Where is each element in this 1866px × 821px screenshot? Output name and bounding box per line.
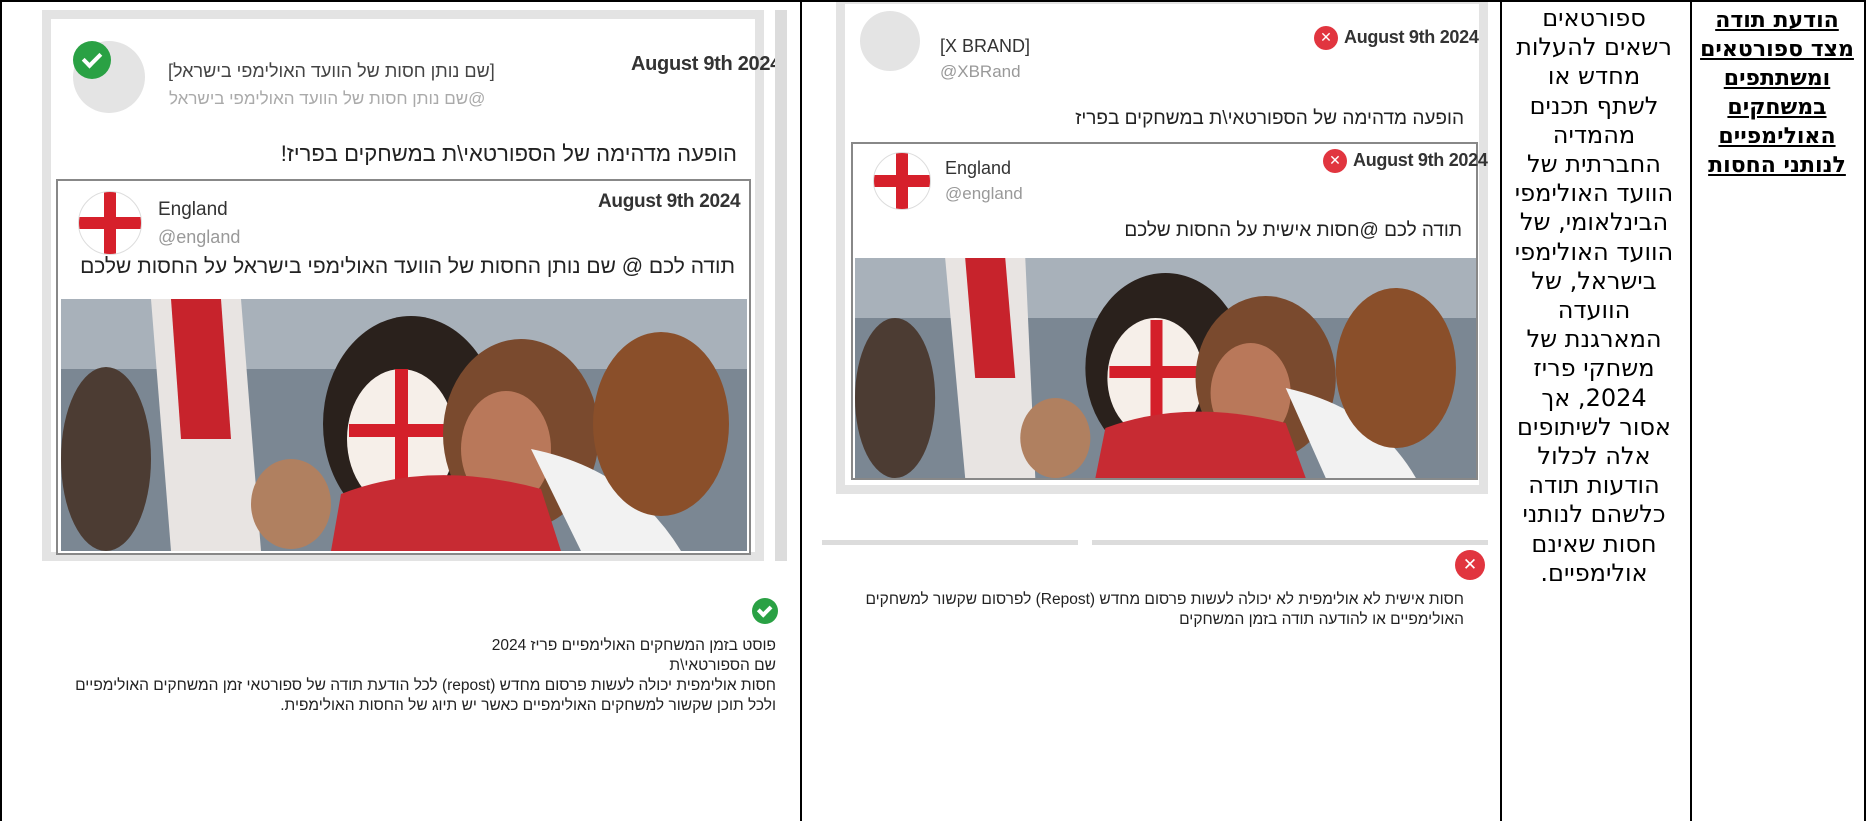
x-circle-icon: ✕ (1314, 26, 1338, 50)
caption-line: חסות אישית לא אולימפית לא יכולה לעשות פר… (865, 591, 1464, 608)
x-circle-icon: ✕ (1323, 149, 1347, 173)
check-circle-icon (73, 41, 111, 79)
quoted-date: August 9th 2024 (598, 191, 741, 212)
caption-line: חסות אולימפית יכולה לעשות פרסום מחדש (re… (75, 677, 776, 694)
post-text: הופעה מדהימה של הספורטאי\ת במשחקים בפריז… (280, 141, 737, 166)
caption-line: שם הספורטאי\ת (669, 657, 776, 674)
brand-avatar (860, 11, 920, 71)
divider-bar (1092, 540, 1488, 545)
check-circle-icon (752, 598, 778, 624)
post-author-handle: @XBRand (940, 62, 1021, 81)
description-cell: ספורטאים רשאים להעלות מחדש או לשתף תכנים… (1500, 0, 1690, 821)
allowed-caption: פוסט בזמן המשחקים האולימפיים פריז 2024 ש… (16, 636, 776, 716)
post-author-handle: @שם נותן חסות של הוועד האולימפי בישראל (169, 89, 486, 108)
caption-line: פוסט בזמן המשחקים האולימפיים פריז 2024 (491, 637, 776, 654)
disallowed-caption: חסות אישית לא אולימפית לא יכולה לעשות פר… (824, 590, 1464, 630)
quoted-text: תודה לכם @חסות אישית על החסות שלכם (1124, 220, 1462, 241)
x-circle-icon: ✕ (1455, 550, 1485, 580)
section-title: הודעת תודה מצד ספורטאים ומשתתפים במשחקים… (1700, 8, 1854, 178)
england-flag-icon (78, 191, 142, 255)
quoted-post: England @england August 9th 2024 תודה לכ… (56, 179, 751, 555)
caption-line: ולכל תוכן שקשור למשחקים האולימפיים כאשר … (280, 697, 776, 714)
disallowed-post-card: [X BRAND] @XBRand ✕ August 9th 2024 הופע… (836, 2, 1488, 494)
post-date: August 9th 2024 (631, 53, 781, 75)
quoted-author-handle: @england (945, 184, 1023, 203)
fans-celebrating-photo (61, 299, 747, 551)
quoted-author-name: England (945, 158, 1012, 178)
post-author-name: [שם נותן חסות של הוועד האולימפי בישראל] (168, 61, 495, 81)
allowed-example-cell: August 9th 2024 [שם נותן חסות של הוועד ה… (0, 0, 800, 821)
post-author-name: [X BRAND] (940, 36, 1031, 56)
post-text: הופעה מדהימה של הספורטאי\ת במשחקים בפריז (1075, 108, 1464, 129)
divider-bar (775, 10, 787, 561)
guidelines-table: הודעת תודה מצד ספורטאים ומשתתפים במשחקים… (0, 0, 1866, 821)
england-flag-icon (873, 152, 931, 210)
title-cell: הודעת תודה מצד ספורטאים ומשתתפים במשחקים… (1690, 0, 1866, 821)
caption-line: האולימפיים או להודעה תודה בזמן המשחקים (1179, 611, 1464, 628)
quoted-text: תודה לכם @ שם נותן החסות של הוועד האולימ… (80, 255, 735, 278)
post-date: August 9th 2024 (1344, 27, 1479, 47)
quoted-author-name: England (158, 199, 228, 220)
rule-description: ספורטאים רשאים להעלות מחדש או לשתף תכנים… (1514, 4, 1674, 587)
allowed-post-card: August 9th 2024 [שם נותן חסות של הוועד ה… (42, 10, 781, 561)
disallowed-example-cell: [X BRAND] @XBRand ✕ August 9th 2024 הופע… (800, 0, 1500, 821)
divider-bar (822, 540, 1078, 545)
fans-celebrating-photo (855, 258, 1476, 478)
quoted-post: England @england ✕ August 9th 2024 תודה … (851, 142, 1488, 480)
quoted-author-handle: @england (158, 227, 241, 247)
quoted-date: August 9th 2024 (1353, 150, 1488, 170)
